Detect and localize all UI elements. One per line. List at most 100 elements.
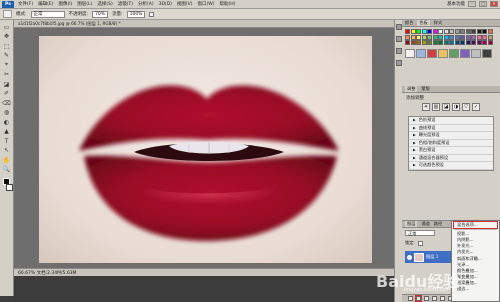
- eye-icon[interactable]: [407, 254, 412, 260]
- style-swatch[interactable]: [460, 49, 470, 58]
- color-swatch[interactable]: [410, 29, 416, 34]
- style-swatch[interactable]: [427, 49, 437, 58]
- color-swatch[interactable]: [432, 40, 438, 45]
- lasso-tool-icon[interactable]: ⬚: [2, 42, 12, 50]
- curves-icon[interactable]: ◪: [442, 103, 450, 111]
- move-tool-icon[interactable]: ✥: [2, 33, 12, 41]
- color-swatch[interactable]: [476, 29, 482, 34]
- menu-help[interactable]: 帮助(H): [219, 1, 235, 7]
- color-swatch[interactable]: [454, 34, 460, 40]
- color-swatch[interactable]: [416, 34, 421, 40]
- zoom-tool-icon[interactable]: 🔍: [2, 166, 12, 174]
- color-swatch[interactable]: [471, 40, 476, 45]
- list-item[interactable]: ▶ 通道混合器预设: [409, 155, 493, 162]
- list-item[interactable]: ▶ 黑白预设: [409, 147, 493, 155]
- mask-icon[interactable]: [424, 296, 429, 301]
- tab-adjustments[interactable]: 调整: [405, 86, 418, 92]
- menu-select[interactable]: 选择(S): [97, 1, 112, 7]
- color-swatch[interactable]: [405, 40, 410, 45]
- color-swatch[interactable]: [465, 29, 471, 34]
- menu-file[interactable]: 文件(F): [18, 1, 33, 7]
- levels-icon[interactable]: ▥: [432, 103, 440, 111]
- actions-panel-icon[interactable]: [395, 36, 402, 42]
- menu-item-blending-options[interactable]: 混合选项...: [453, 220, 498, 230]
- color-swatch[interactable]: [487, 40, 493, 45]
- lips-image[interactable]: [39, 36, 372, 263]
- canvas-area[interactable]: [14, 28, 394, 268]
- color-swatch[interactable]: [416, 40, 421, 45]
- color-swatch[interactable]: [416, 29, 421, 34]
- list-item[interactable]: ▶ 色阶预设: [409, 117, 493, 125]
- menu-image[interactable]: 图像(I): [58, 1, 72, 7]
- style-swatch[interactable]: [405, 49, 415, 58]
- color-swatch[interactable]: [432, 29, 438, 34]
- menu-window[interactable]: 窗口(W): [197, 1, 214, 7]
- color-swatch[interactable]: [471, 29, 476, 34]
- folder-icon[interactable]: [440, 296, 445, 301]
- tab-masks[interactable]: 蒙版: [421, 86, 429, 92]
- check-icon[interactable]: ✓: [472, 103, 480, 111]
- color-swatch[interactable]: [454, 40, 460, 45]
- lock-transparency-toggle[interactable]: [417, 240, 423, 246]
- close-button[interactable]: ×: [490, 1, 498, 7]
- color-swatch[interactable]: [405, 34, 410, 40]
- link-icon[interactable]: [408, 296, 413, 301]
- airbrush-toggle[interactable]: [148, 11, 154, 17]
- color-swatch[interactable]: [476, 34, 482, 40]
- color-swatch[interactable]: [443, 34, 449, 40]
- flow-field[interactable]: 100%: [126, 10, 145, 18]
- color-swatch[interactable]: [443, 40, 449, 45]
- style-swatch[interactable]: [416, 49, 426, 58]
- color-swatch[interactable]: [449, 34, 454, 40]
- tab-paths[interactable]: 路径: [434, 221, 442, 227]
- list-item[interactable]: ▶ 曝光度预设: [409, 132, 493, 140]
- hand-tool-icon[interactable]: ✋: [2, 156, 12, 164]
- exposure-icon[interactable]: ◑: [452, 103, 460, 111]
- brush-panel-icon[interactable]: [395, 48, 402, 54]
- color-swatch[interactable]: [460, 40, 465, 45]
- color-swatch[interactable]: [405, 29, 410, 34]
- background-color-swatch[interactable]: [6, 183, 13, 191]
- tab-color[interactable]: 颜色: [405, 20, 413, 26]
- maximize-button[interactable]: □: [479, 1, 487, 7]
- color-swatch[interactable]: [482, 40, 487, 45]
- color-swatch[interactable]: [482, 29, 487, 34]
- minimize-button[interactable]: -: [468, 1, 476, 7]
- brush-tool-icon[interactable]: ✎: [2, 52, 12, 60]
- menu-edit[interactable]: 编辑(E): [38, 1, 53, 7]
- type-tool-icon[interactable]: T: [2, 137, 12, 145]
- menu-layer[interactable]: 图层(L): [77, 1, 92, 7]
- color-swatch[interactable]: [465, 40, 471, 45]
- style-swatch[interactable]: [438, 49, 448, 58]
- history-panel-icon[interactable]: [395, 24, 402, 30]
- color-swatch[interactable]: [460, 29, 465, 34]
- clone-source-icon[interactable]: [395, 60, 402, 66]
- color-swatch[interactable]: [438, 34, 443, 40]
- color-swatch[interactable]: [421, 40, 427, 45]
- color-swatch[interactable]: [410, 40, 416, 45]
- path-select-icon[interactable]: ↖: [2, 147, 12, 155]
- color-swatch[interactable]: [471, 34, 476, 40]
- workspace-switcher[interactable]: 基本功能: [447, 1, 465, 7]
- list-item[interactable]: ▶ 色相/饱和度预设: [409, 140, 493, 147]
- color-swatch[interactable]: [438, 29, 443, 34]
- vibrance-icon[interactable]: ▽: [462, 103, 470, 111]
- color-swatch[interactable]: [487, 34, 493, 40]
- color-swatch[interactable]: [449, 40, 454, 45]
- color-swatch[interactable]: [443, 29, 449, 34]
- color-swatch[interactable]: [432, 34, 438, 40]
- style-swatch[interactable]: [471, 49, 481, 58]
- color-swatch[interactable]: [482, 34, 487, 40]
- document-tab[interactable]: a1d1f2a0c7f8b1f5.jpg @ 66.7% (图层 1, RGB/…: [14, 20, 394, 28]
- adjustment-layer-icon[interactable]: [432, 296, 437, 301]
- brightness-icon[interactable]: ☀: [422, 103, 430, 111]
- color-swatch[interactable]: [421, 34, 427, 40]
- style-swatch[interactable]: [482, 49, 492, 58]
- color-swatch[interactable]: [487, 29, 493, 34]
- gradient-tool-icon[interactable]: ◍: [2, 109, 12, 117]
- tab-layers[interactable]: 图层: [405, 221, 418, 227]
- menu-filter[interactable]: 滤镜(T): [118, 1, 133, 7]
- opacity-field[interactable]: 70%: [92, 10, 109, 18]
- color-swatch[interactable]: [410, 34, 416, 40]
- marquee-tool-icon[interactable]: ▭: [2, 23, 12, 31]
